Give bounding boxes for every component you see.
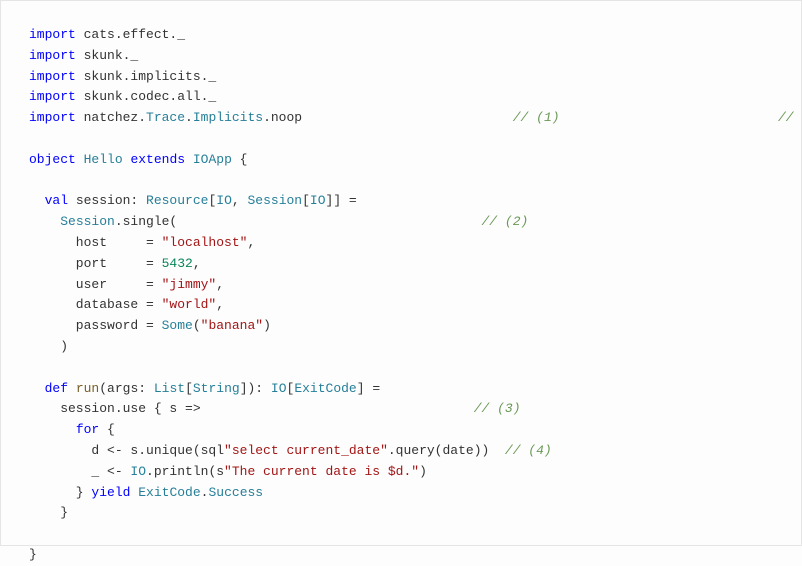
success: Success	[208, 485, 263, 500]
type-io: IO	[310, 193, 326, 208]
keyword-val: val	[45, 193, 68, 208]
pad	[302, 110, 513, 125]
brace-close: }	[29, 505, 68, 520]
bracket: [	[302, 193, 310, 208]
keyword-def: def	[45, 381, 68, 396]
blank-line	[29, 129, 773, 150]
paren-open: (	[193, 318, 201, 333]
blank-line	[29, 358, 773, 379]
method-run: run	[76, 381, 99, 396]
space	[76, 152, 84, 167]
type-trace: Trace	[146, 110, 185, 125]
brace-open: {	[99, 422, 115, 437]
comment-1b: // (1)	[778, 110, 802, 125]
type-implicits: Implicits	[193, 110, 263, 125]
param-user: user =	[29, 277, 162, 292]
sql-string: "select current_date"	[224, 443, 388, 458]
keyword-import: import	[29, 110, 76, 125]
paren-close: )	[263, 318, 271, 333]
paren-close: )	[29, 339, 68, 354]
type-some: Some	[162, 318, 193, 333]
pkg-path: skunk.codec.all._	[76, 89, 216, 104]
keyword-for: for	[76, 422, 99, 437]
comma: ,	[216, 277, 224, 292]
type-io: IO	[130, 464, 146, 479]
pkg-path: natchez.	[76, 110, 146, 125]
type-io: IO	[271, 381, 287, 396]
args: (args:	[99, 381, 154, 396]
keyword-object: object	[29, 152, 76, 167]
keyword-import: import	[29, 89, 76, 104]
type-session: Session	[60, 214, 115, 229]
paren-close: )	[419, 464, 427, 479]
blank-line	[29, 524, 773, 545]
comma: ,	[193, 256, 201, 271]
session-use: session.use { s =>	[29, 401, 201, 416]
brace-close: }	[29, 547, 37, 562]
keyword-import: import	[29, 69, 76, 84]
bracket-close: ] =	[357, 381, 380, 396]
pad	[201, 401, 474, 416]
interp-string: "The current date is $d."	[224, 464, 419, 479]
indent	[29, 422, 76, 437]
param-database: database =	[29, 297, 162, 312]
bracket-close: ]):	[240, 381, 271, 396]
string-world: "world"	[162, 297, 217, 312]
string-jimmy: "jimmy"	[162, 277, 217, 292]
type-session: Session	[247, 193, 302, 208]
type-exitcode: ExitCode	[294, 381, 356, 396]
number-port: 5432	[162, 256, 193, 271]
pad	[560, 110, 778, 125]
for-binding-d: d <- s.unique(sql	[29, 443, 224, 458]
type-list: List	[154, 381, 185, 396]
method-single: .single(	[115, 214, 177, 229]
query-call: .query(date))	[388, 443, 505, 458]
string-banana: "banana"	[201, 318, 263, 333]
space	[68, 381, 76, 396]
type-io: IO	[216, 193, 232, 208]
bracket: [	[185, 381, 193, 396]
for-binding-underscore: _ <-	[29, 464, 130, 479]
indent	[29, 214, 60, 229]
keyword-import: import	[29, 48, 76, 63]
dot: .	[185, 110, 193, 125]
pkg-path: skunk.implicits._	[76, 69, 216, 84]
indent	[29, 381, 45, 396]
keyword-extends: extends	[123, 152, 193, 167]
comma: ,	[216, 297, 224, 312]
comma: ,	[247, 235, 255, 250]
pkg-path: cats.effect._	[76, 27, 185, 42]
pad	[177, 214, 481, 229]
code-block: import cats.effect._import skunk._import…	[29, 25, 773, 566]
comment-1a: // (1)	[513, 110, 560, 125]
brace-close: }	[29, 485, 91, 500]
println-call: .println(s	[146, 464, 224, 479]
pkg-path: skunk._	[76, 48, 138, 63]
keyword-yield: yield	[91, 485, 130, 500]
comment-2: // (2)	[482, 214, 529, 229]
comment-3: // (3)	[474, 401, 521, 416]
val-name: session:	[68, 193, 146, 208]
string-localhost: "localhost"	[162, 235, 248, 250]
noop: .noop	[263, 110, 302, 125]
type-string: String	[193, 381, 240, 396]
blank-line	[29, 171, 773, 192]
keyword-import: import	[29, 27, 76, 42]
bracket-close: ]] =	[326, 193, 357, 208]
type-ioapp: IOApp	[193, 152, 232, 167]
type-resource: Resource	[146, 193, 208, 208]
param-port: port =	[29, 256, 162, 271]
brace-open: {	[232, 152, 248, 167]
param-host: host =	[29, 235, 162, 250]
indent	[29, 193, 45, 208]
comment-4: // (4)	[505, 443, 552, 458]
object-name: Hello	[84, 152, 123, 167]
type-exitcode: ExitCode	[138, 485, 200, 500]
comma: ,	[232, 193, 248, 208]
param-password: password =	[29, 318, 162, 333]
